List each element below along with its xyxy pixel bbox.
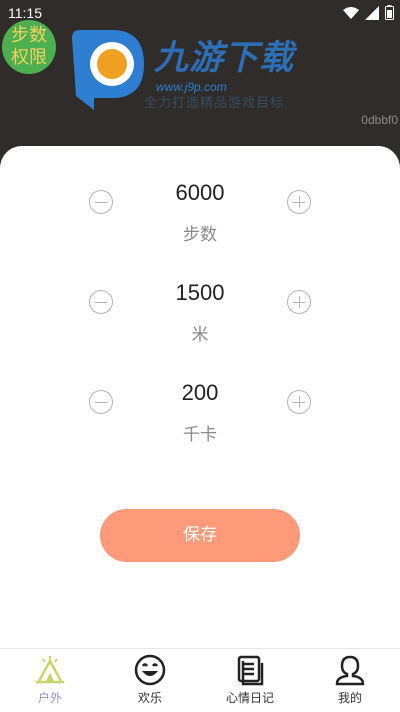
tab-mood-diary-label: 心情日记 bbox=[225, 691, 274, 705]
distance-increase-button[interactable] bbox=[287, 290, 311, 314]
smile-icon bbox=[134, 654, 166, 686]
step-permission-line1: 步数 bbox=[11, 25, 47, 46]
calories-unit: 千卡 bbox=[183, 425, 217, 445]
tab-outdoor-label: 户外 bbox=[37, 691, 62, 705]
save-button[interactable]: 保存 bbox=[100, 509, 300, 562]
steps-decrease-button[interactable] bbox=[89, 190, 113, 214]
goal-settings-sheet: 6000 步数 1500 米 200 千卡 保存 bbox=[0, 146, 400, 712]
tab-fun[interactable]: 欢乐 bbox=[100, 649, 200, 712]
logo-subtitle: 全力打造精品游戏目标 bbox=[144, 96, 285, 111]
steps-value: 6000 bbox=[175, 180, 225, 205]
distance-unit: 米 bbox=[191, 325, 209, 345]
logo-p-icon bbox=[72, 30, 144, 110]
distance-stepper: 1500 米 bbox=[0, 280, 400, 360]
steps-unit: 步数 bbox=[183, 225, 217, 245]
calories-stepper: 200 千卡 bbox=[0, 380, 400, 460]
tab-mine[interactable]: 我的 bbox=[300, 649, 400, 712]
watermark-logo: 九游下载 www.j9p.com 全力打造精品游戏目标 bbox=[68, 28, 328, 114]
tab-fun-label: 欢乐 bbox=[137, 691, 162, 705]
steps-increase-button[interactable] bbox=[287, 190, 311, 214]
logo-name: 九游下载 bbox=[154, 38, 294, 78]
tab-mine-label: 我的 bbox=[337, 691, 362, 705]
tab-outdoor[interactable]: 户外 bbox=[0, 649, 100, 712]
calories-increase-button[interactable] bbox=[287, 390, 311, 414]
steps-stepper: 6000 步数 bbox=[0, 180, 400, 260]
step-permission-button[interactable]: 步数 权限 bbox=[2, 20, 56, 74]
distance-decrease-button[interactable] bbox=[89, 290, 113, 314]
tab-mood-diary[interactable]: 心情日记 bbox=[200, 649, 300, 712]
person-icon bbox=[335, 655, 365, 686]
bottom-tab-bar: 户外 欢乐 心情日记 我的 bbox=[0, 648, 400, 712]
step-permission-line2: 权限 bbox=[11, 47, 47, 68]
notebook-icon bbox=[237, 655, 264, 686]
distance-value: 1500 bbox=[175, 280, 225, 305]
calories-decrease-button[interactable] bbox=[89, 390, 113, 414]
calories-value: 200 bbox=[181, 380, 219, 405]
tent-icon bbox=[36, 656, 64, 684]
hex-color-label: 0dbbf0 bbox=[361, 113, 398, 127]
header-area: 步数 权限 九游下载 www.j9p.com 全力打造精品游戏目标 0dbbf0 bbox=[0, 0, 400, 160]
